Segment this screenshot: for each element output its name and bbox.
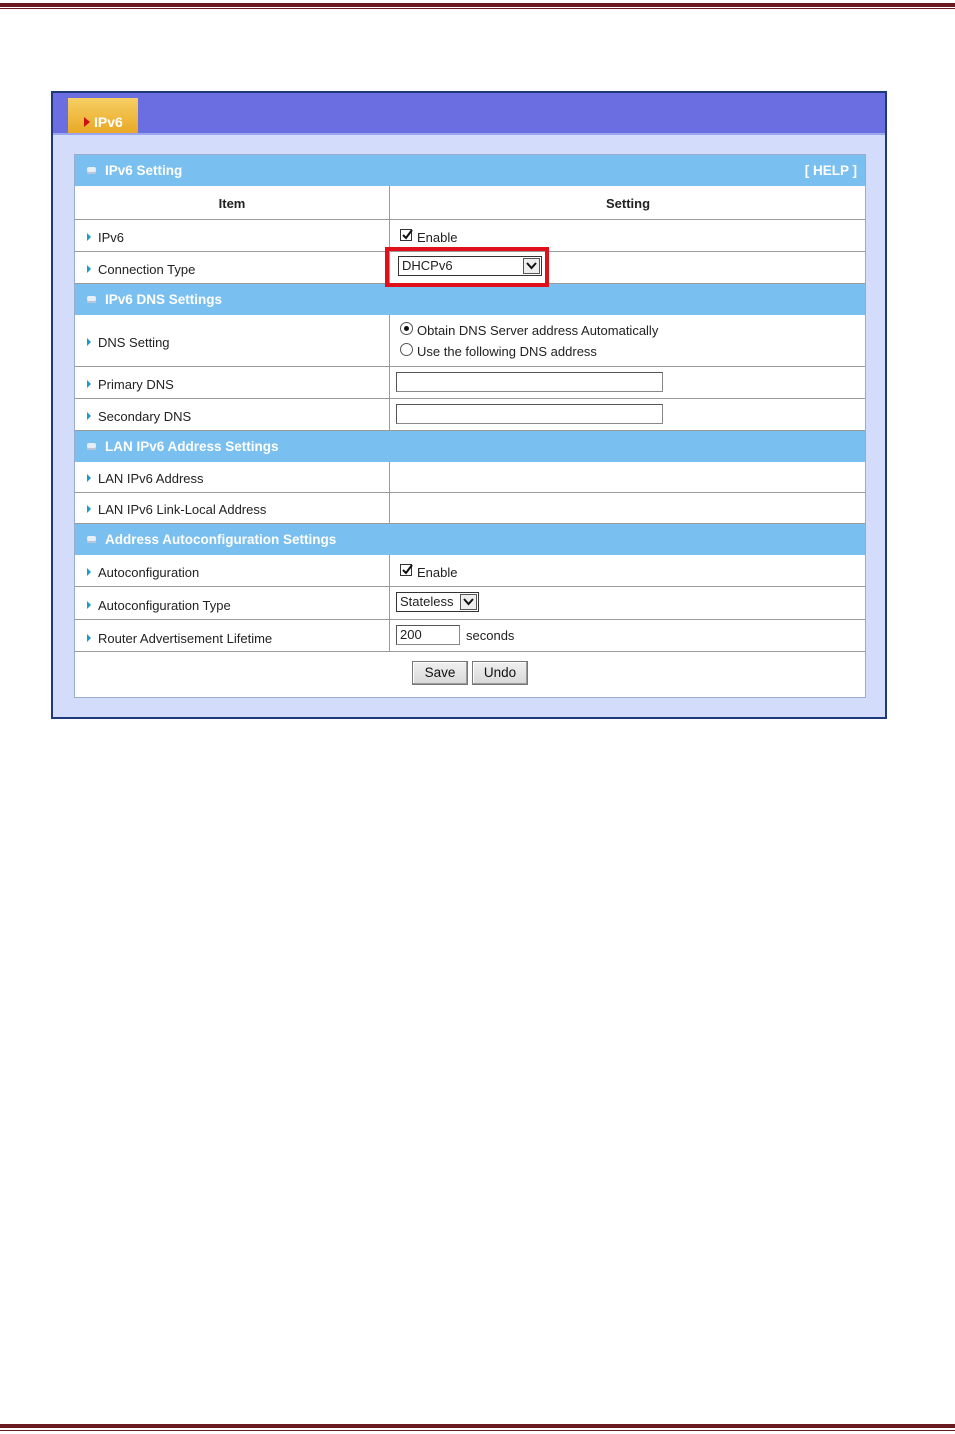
lan-ipv6-address-label: LAN IPv6 Address	[98, 471, 204, 486]
bullet-icon	[87, 568, 91, 576]
row-autoconfiguration-type-setting: Stateless	[391, 587, 865, 619]
bullet-icon	[87, 634, 91, 642]
row-autoconfiguration-type-item: Autoconfiguration Type	[75, 587, 390, 619]
dns-setting-label: DNS Setting	[98, 335, 170, 350]
dns-auto-radio[interactable]	[400, 322, 413, 335]
secondary-dns-input[interactable]	[396, 404, 663, 424]
row-autoconfiguration-setting: Enable	[391, 555, 865, 586]
top-rule-thin	[0, 8, 955, 9]
autoconfiguration-type-select[interactable]: Stateless	[396, 592, 479, 612]
row-lan-ipv6-address-item: LAN IPv6 Address	[75, 462, 390, 492]
lan-ipv6-linklocal-label: LAN IPv6 Link-Local Address	[98, 502, 267, 517]
section-title: IPv6 Setting	[105, 163, 183, 178]
section-icon	[87, 443, 96, 450]
ipv6-enable-checkbox[interactable]	[400, 229, 413, 241]
router-advertisement-lifetime-label: Router Advertisement Lifetime	[98, 631, 273, 646]
autoconfiguration-type-value: Stateless	[400, 594, 454, 609]
row-ipv6-item: IPv6	[75, 220, 390, 251]
secondary-dns-label: Secondary DNS	[98, 409, 192, 424]
section-lan-ipv6: LAN IPv6 Address Settings	[75, 431, 865, 462]
row-secondary-dns-item: Secondary DNS	[75, 399, 390, 430]
help-link[interactable]: [ HELP ]	[805, 155, 857, 186]
ipv6-page-frame: IPv6 IPv6 Setting [ HELP ] Item Setting …	[51, 91, 887, 719]
row-primary-dns-setting	[391, 367, 865, 398]
bullet-icon	[87, 601, 91, 609]
row-router-advertisement-lifetime-item: Router Advertisement Lifetime	[75, 620, 390, 651]
chevron-down-icon[interactable]	[460, 594, 477, 610]
ipv6-enable-label: Enable	[417, 230, 458, 245]
row-secondary-dns: Secondary DNS	[75, 399, 865, 431]
row-primary-dns-item: Primary DNS	[75, 367, 390, 398]
bullet-icon	[87, 505, 91, 513]
row-autoconfiguration-type: Autoconfiguration Type Stateless	[75, 587, 865, 620]
section-icon	[87, 536, 96, 543]
top-rule	[0, 3, 955, 7]
primary-dns-input[interactable]	[396, 372, 663, 392]
section-ipv6-setting: IPv6 Setting [ HELP ]	[75, 155, 865, 186]
tab-ipv6[interactable]: IPv6	[68, 98, 138, 133]
row-lan-ipv6-linklocal: LAN IPv6 Link-Local Address	[75, 493, 865, 524]
autoconfiguration-label: Autoconfiguration	[98, 565, 200, 580]
row-router-advertisement-lifetime-setting: 200 seconds	[391, 620, 865, 651]
bullet-icon	[87, 380, 91, 388]
top-bar: IPv6	[53, 93, 885, 135]
section-title: LAN IPv6 Address Settings	[105, 439, 279, 454]
tab-arrow-icon	[84, 117, 90, 127]
row-lan-ipv6-linklocal-item: LAN IPv6 Link-Local Address	[75, 493, 390, 523]
section-icon	[87, 167, 96, 174]
column-header-item: Item	[75, 186, 390, 219]
row-autoconfiguration: Autoconfiguration Enable	[75, 555, 865, 587]
bottom-rule	[0, 1424, 955, 1428]
col-setting-header: Setting	[605, 196, 651, 211]
col-item-header: Item	[218, 196, 246, 211]
settings-panel: IPv6 Setting [ HELP ] Item Setting IPv6 …	[74, 154, 866, 698]
autoconfiguration-type-label: Autoconfiguration Type	[98, 598, 231, 613]
dns-manual-radio[interactable]	[400, 343, 413, 356]
row-dns-setting-item: DNS Setting	[75, 315, 390, 366]
section-title: IPv6 DNS Settings	[105, 292, 223, 307]
column-header-row: Item Setting	[75, 186, 865, 220]
autoconfiguration-enable-checkbox[interactable]	[400, 564, 413, 576]
section-icon	[87, 296, 96, 303]
bullet-icon	[87, 474, 91, 482]
section-title: Address Autoconfiguration Settings	[105, 532, 337, 547]
row-connection-type-item: Connection Type	[75, 252, 390, 283]
section-autoconfiguration: Address Autoconfiguration Settings	[75, 524, 865, 555]
button-row: Save Undo	[75, 652, 865, 697]
bullet-icon	[87, 338, 91, 346]
bullet-icon	[87, 265, 91, 273]
bottom-rule-thin	[0, 1430, 955, 1431]
lan-ipv6-address-value	[391, 462, 865, 492]
undo-button[interactable]: Undo	[472, 661, 528, 685]
router-advertisement-lifetime-input[interactable]: 200	[396, 625, 460, 645]
connection-type-label: Connection Type	[98, 262, 196, 277]
section-ipv6-dns: IPv6 DNS Settings	[75, 284, 865, 315]
bullet-icon	[87, 412, 91, 420]
dns-auto-label: Obtain DNS Server address Automatically	[417, 323, 659, 338]
row-autoconfiguration-item: Autoconfiguration	[75, 555, 390, 586]
ipv6-label: IPv6	[98, 230, 125, 245]
radio-selected-dot	[404, 326, 409, 331]
lan-ipv6-linklocal-value	[391, 493, 865, 523]
column-header-setting: Setting	[391, 186, 865, 219]
row-secondary-dns-setting	[391, 399, 865, 430]
row-lan-ipv6-address: LAN IPv6 Address	[75, 462, 865, 493]
bullet-icon	[87, 233, 91, 241]
row-router-advertisement-lifetime: Router Advertisement Lifetime 200 second…	[75, 620, 865, 652]
connection-type-highlight	[385, 247, 549, 287]
autoconfiguration-enable-label: Enable	[417, 565, 458, 580]
save-button[interactable]: Save	[412, 661, 468, 685]
tab-label: IPv6	[94, 114, 123, 130]
row-dns-setting: DNS Setting Obtain DNS Server address Au…	[75, 315, 865, 367]
dns-manual-label: Use the following DNS address	[417, 344, 597, 359]
row-primary-dns: Primary DNS	[75, 367, 865, 399]
row-dns-setting-setting: Obtain DNS Server address Automatically …	[391, 315, 865, 366]
primary-dns-label: Primary DNS	[98, 377, 174, 392]
lifetime-unit-label: seconds	[466, 628, 515, 643]
